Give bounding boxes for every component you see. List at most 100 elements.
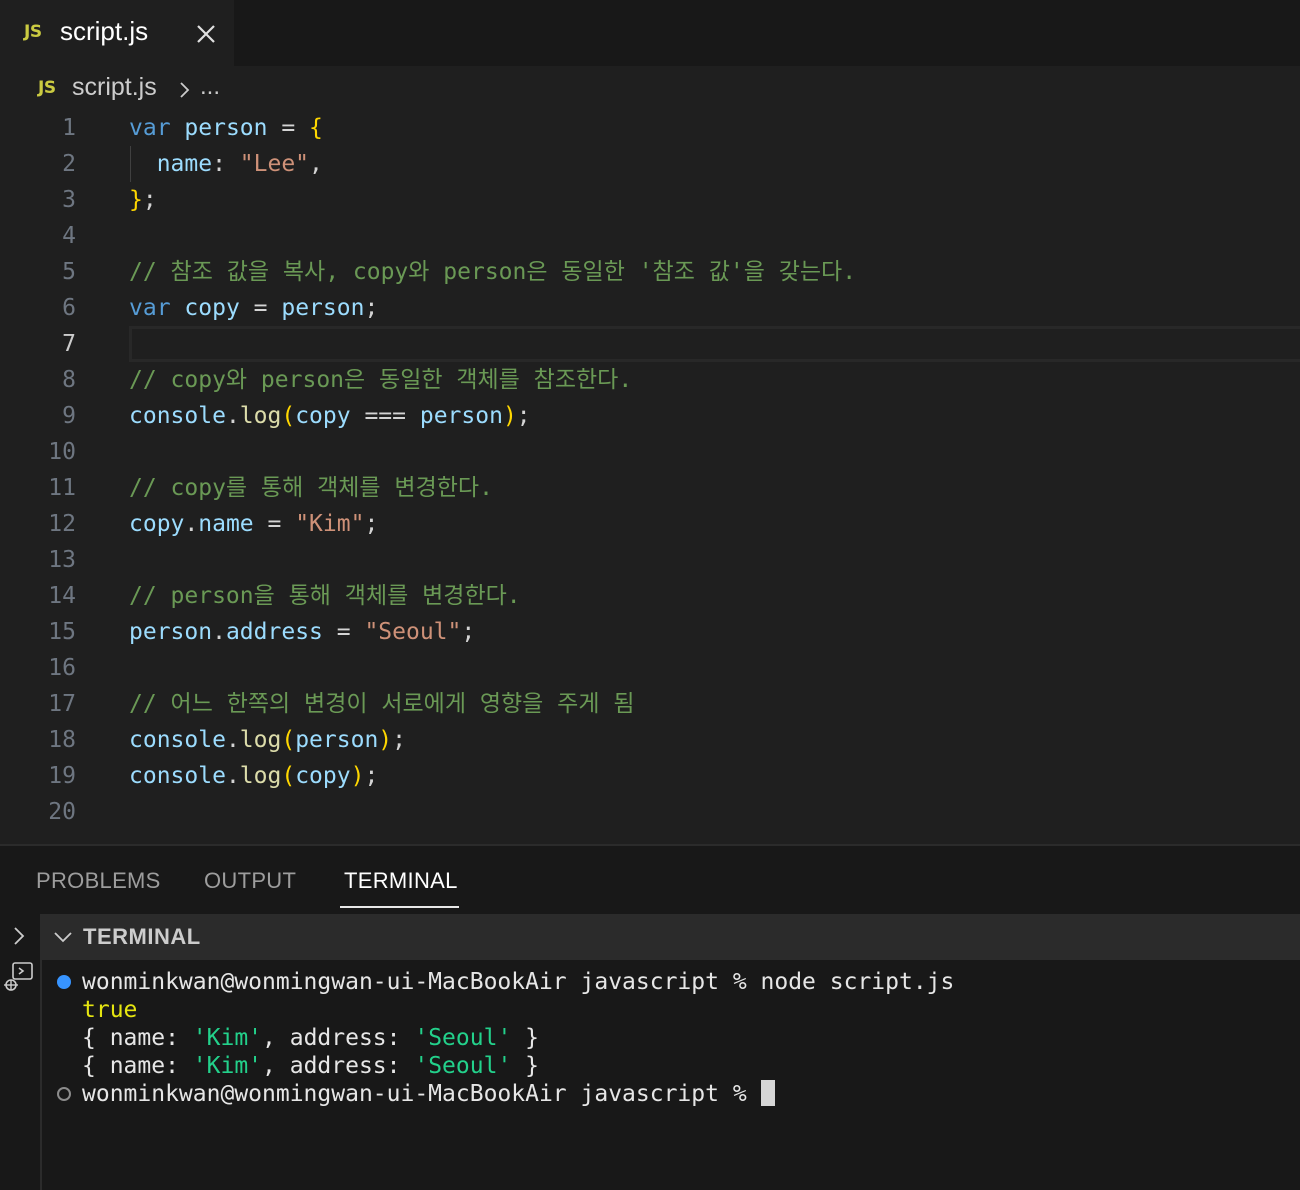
code-line[interactable]: 18 console.log(person);	[0, 722, 1300, 758]
code-line[interactable]: 13	[0, 542, 1300, 578]
line-number: 10	[48, 439, 76, 465]
code-token: }	[129, 187, 143, 213]
line-number: 6	[62, 295, 76, 321]
code-token: name	[198, 511, 254, 537]
tab-terminal[interactable]: TERMINAL	[344, 868, 458, 894]
terminal-line-prompt: wonminkwan@wonmingwan-ui-MacBookAir java…	[82, 1080, 775, 1108]
code-line[interactable]: 9 console.log(copy === person);	[0, 398, 1300, 434]
code-text: console.log(copy);	[129, 758, 378, 794]
active-tab-indicator	[340, 906, 459, 908]
code-line[interactable]: 16	[0, 650, 1300, 686]
code-token: console	[129, 763, 226, 789]
code-token: )	[378, 727, 393, 753]
tab-script-js[interactable]: JS script.js	[0, 0, 234, 66]
code-line[interactable]: 10	[0, 434, 1300, 470]
code-line[interactable]: 15 person.address = "Seoul";	[0, 614, 1300, 650]
code-token: .	[212, 619, 226, 645]
terminal-text-segment: 'Kim'	[192, 1025, 263, 1051]
code-token: person	[281, 295, 365, 321]
code-line[interactable]: 20	[0, 794, 1300, 830]
terminal-section-header[interactable]: TERMINAL	[42, 914, 1300, 960]
editor-tab-bar: JS script.js	[0, 0, 1300, 66]
line-number: 14	[48, 583, 76, 609]
code-line[interactable]: 4	[0, 218, 1300, 254]
line-number: 12	[48, 511, 76, 537]
code-line[interactable]: 14 // person을 통해 객체를 변경한다.	[0, 578, 1300, 614]
code-token: ;	[142, 187, 157, 213]
close-icon[interactable]	[192, 20, 220, 48]
panel-tab-bar: PROBLEMS OUTPUT TERMINAL	[0, 846, 1300, 914]
line-number: 8	[62, 367, 76, 393]
debug-console-icon[interactable]	[2, 960, 36, 998]
code-token: log	[239, 403, 282, 429]
code-token: (	[281, 763, 296, 789]
line-number: 9	[62, 403, 76, 429]
terminal-line-output-true: true	[82, 997, 138, 1023]
line-number: 1	[62, 115, 76, 141]
code-token: log	[239, 763, 282, 789]
chevron-right-icon[interactable]	[8, 924, 30, 952]
code-editor[interactable]: 1 var person = {2 name: "Lee", 3}; 4 5// 참조 …	[0, 110, 1300, 844]
terminal-section-title: TERMINAL	[83, 924, 201, 949]
code-token: var	[129, 115, 171, 141]
code-token: "Lee"	[239, 151, 310, 177]
terminal-text-segment: 'Kim'	[192, 1053, 263, 1079]
code-text: // 어느 한쪽의 변경이 서로에게 영향을 주게 됨	[129, 686, 635, 722]
code-line[interactable]: 17 // 어느 한쪽의 변경이 서로에게 영향을 주게 됨	[0, 686, 1300, 722]
terminal-text-segment: 'Seoul'	[414, 1025, 512, 1051]
code-line[interactable]: 11 // copy를 통해 객체를 변경한다.	[0, 470, 1300, 506]
code-token: =	[322, 619, 365, 645]
code-token: person	[129, 619, 213, 645]
code-line[interactable]: 19 console.log(copy);	[0, 758, 1300, 794]
code-token: console	[129, 727, 226, 753]
code-text: console.log(person);	[129, 722, 406, 758]
tab-problems[interactable]: PROBLEMS	[36, 868, 161, 894]
code-line[interactable]: 12 copy.name = "Kim";	[0, 506, 1300, 542]
code-token: address	[225, 619, 323, 645]
code-token: :	[212, 151, 240, 177]
breadcrumb-file[interactable]: script.js	[72, 73, 157, 102]
code-line[interactable]: 1 var person = {	[0, 110, 1300, 146]
js-file-icon: JS	[38, 78, 56, 98]
code-token: ;	[461, 619, 476, 645]
terminal-text-segment: { name:	[82, 1025, 193, 1051]
code-token: )	[350, 763, 365, 789]
terminal-prompt: wonminkwan@wonmingwan-ui-MacBookAir java…	[82, 1081, 761, 1107]
code-token: =	[267, 115, 310, 141]
code-token: name	[156, 151, 213, 177]
code-token: ===	[350, 403, 420, 429]
code-line[interactable]: 3};	[0, 182, 1300, 218]
line-number: 19	[48, 763, 76, 789]
command-success-icon[interactable]	[57, 975, 71, 989]
code-text: copy.name = "Kim";	[129, 506, 378, 542]
code-token: {	[309, 115, 323, 141]
code-token: ;	[392, 727, 407, 753]
terminal-side-bar	[0, 914, 42, 1190]
breadcrumb-more[interactable]: ...	[200, 73, 220, 101]
code-token: "Kim"	[295, 511, 365, 537]
terminal-line-output-object: { name: 'Kim', address: 'Seoul' }	[82, 1052, 539, 1080]
tab-output[interactable]: OUTPUT	[204, 868, 296, 894]
code-token: person	[419, 403, 503, 429]
code-line[interactable]: 8 // copy와 person은 동일한 객체를 참조한다.	[0, 362, 1300, 398]
code-token: .	[184, 511, 199, 537]
terminal-text-segment: , address:	[262, 1025, 415, 1051]
terminal[interactable]: wonminkwan@wonmingwan-ui-MacBookAir java…	[42, 960, 1300, 1190]
terminal-text-segment: 'Seoul'	[414, 1053, 512, 1079]
code-text: person.address = "Seoul";	[129, 614, 475, 650]
code-line[interactable]: 7	[0, 326, 1300, 362]
code-token: .	[225, 727, 240, 753]
code-line[interactable]: 5 // 참조 값을 복사, copy와 person은 동일한 '참조 값'을 …	[0, 254, 1300, 290]
line-number: 11	[48, 475, 76, 501]
code-token: =	[253, 511, 296, 537]
chevron-down-icon	[52, 926, 74, 952]
code-line[interactable]: 2 name: "Lee",	[0, 146, 1300, 182]
code-token: .	[225, 403, 240, 429]
code-line[interactable]: 6 var copy = person;	[0, 290, 1300, 326]
js-file-icon: JS	[24, 22, 42, 42]
line-number: 4	[62, 223, 76, 249]
line-number: 2	[62, 151, 76, 177]
terminal-text-segment: , address:	[262, 1053, 415, 1079]
